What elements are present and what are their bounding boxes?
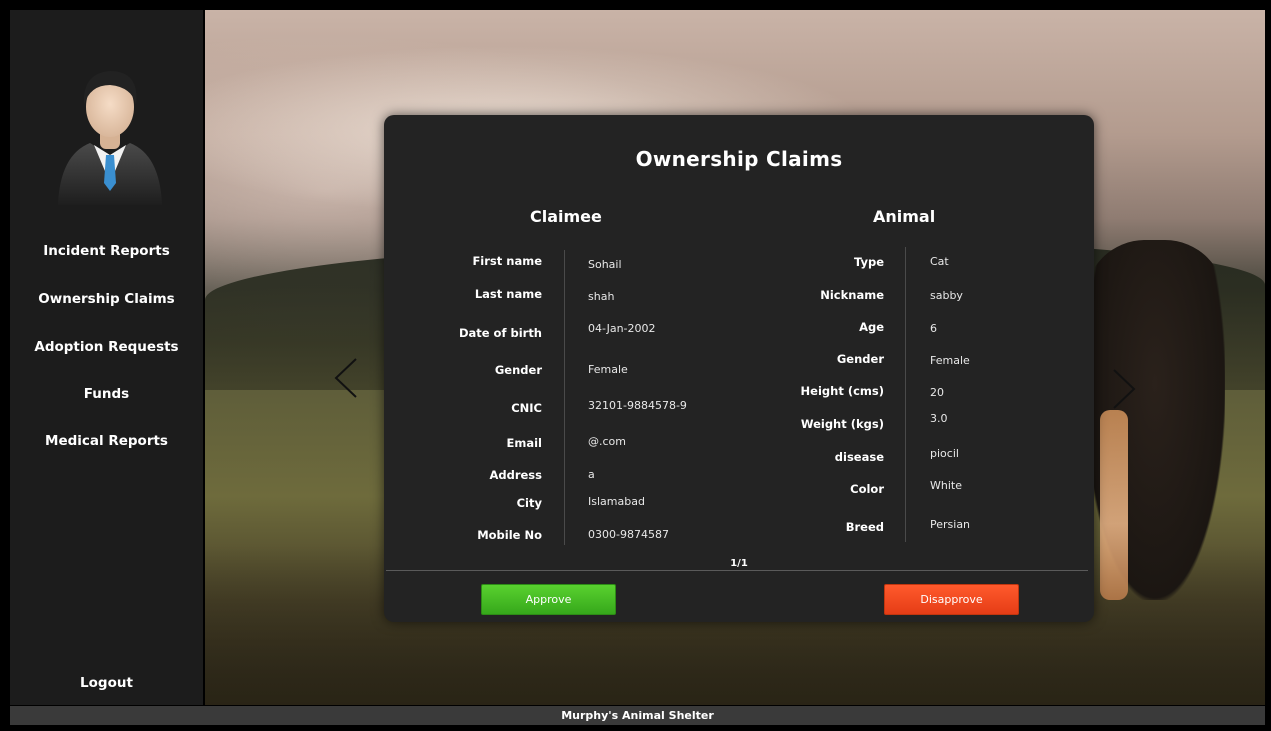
animal-breed-value: Persian [930, 518, 971, 531]
claimee-divider [564, 250, 565, 545]
claimee-city-label: City [516, 496, 542, 510]
animal-weight-label: Weight (kgs) [800, 417, 884, 431]
footer-divider [386, 570, 1088, 571]
claimee-heading: Claimee [530, 207, 602, 226]
claimee-mobile-label: Mobile No [477, 528, 542, 542]
animal-nickname-value: sabby [930, 289, 963, 302]
sidebar-item-adoption-requests[interactable]: Adoption Requests [10, 339, 203, 355]
approve-button[interactable]: Approve [481, 584, 616, 615]
animal-disease-value: piocil [930, 447, 959, 460]
animal-type-label: Type [853, 255, 884, 269]
claimee-first-name-value: Sohail [588, 258, 622, 271]
animal-height-value: 20 [930, 386, 944, 399]
claimee-dob-value: 04-Jan-2002 [588, 322, 656, 335]
claimee-email-value: @.com [588, 435, 626, 448]
pagination-indicator: 1/1 [730, 558, 748, 569]
claimee-email-label: Email [506, 436, 542, 450]
animal-gender-value: Female [930, 354, 970, 367]
chevron-left-icon[interactable] [332, 356, 362, 400]
animal-nickname-label: Nickname [820, 288, 884, 302]
claimee-mobile-value: 0300-9874587 [588, 528, 669, 541]
claimee-gender-value: Female [588, 363, 628, 376]
sidebar-item-incident-reports[interactable]: Incident Reports [10, 243, 203, 259]
animal-age-label: Age [859, 320, 884, 334]
claimee-cnic-value: 32101-9884578-9 [588, 399, 687, 412]
sidebar-item-funds[interactable]: Funds [10, 386, 203, 402]
animal-type-value: Cat [930, 255, 949, 268]
claimee-last-name-label: Last name [474, 287, 542, 301]
animal-divider [905, 247, 906, 542]
animal-color-label: Color [850, 482, 884, 496]
claimee-first-name-label: First name [472, 254, 542, 268]
ownership-claim-card: Ownership Claims Claimee Animal First na… [384, 115, 1094, 622]
chevron-right-icon[interactable] [1108, 367, 1138, 411]
claimee-gender-label: Gender [494, 363, 542, 377]
animal-weight-value: 3.0 [930, 412, 948, 425]
animal-color-value: White [930, 479, 962, 492]
claimee-last-name-value: shah [588, 290, 615, 303]
page-title: Ownership Claims [635, 147, 843, 171]
animal-age-value: 6 [930, 322, 937, 335]
animal-heading: Animal [873, 207, 936, 226]
sidebar-item-ownership-claims[interactable]: Ownership Claims [10, 291, 203, 307]
claimee-dob-label: Date of birth [458, 326, 542, 340]
claimee-cnic-label: CNIC [511, 401, 542, 415]
animal-height-label: Height (cms) [800, 384, 884, 398]
claimee-city-value: Islamabad [588, 495, 645, 508]
claimee-address-value: a [588, 468, 595, 481]
animal-breed-label: Breed [845, 520, 884, 534]
logout-button[interactable]: Logout [10, 675, 203, 691]
sidebar-item-medical-reports[interactable]: Medical Reports [10, 433, 203, 449]
animal-disease-label: disease [834, 450, 884, 464]
sidebar: Incident Reports Ownership Claims Adopti… [10, 10, 203, 705]
status-bar: Murphy's Animal Shelter [10, 706, 1265, 725]
claimee-address-label: Address [489, 468, 542, 482]
user-avatar-icon [50, 55, 170, 205]
disapprove-button[interactable]: Disapprove [884, 584, 1019, 615]
animal-gender-label: Gender [836, 352, 884, 366]
